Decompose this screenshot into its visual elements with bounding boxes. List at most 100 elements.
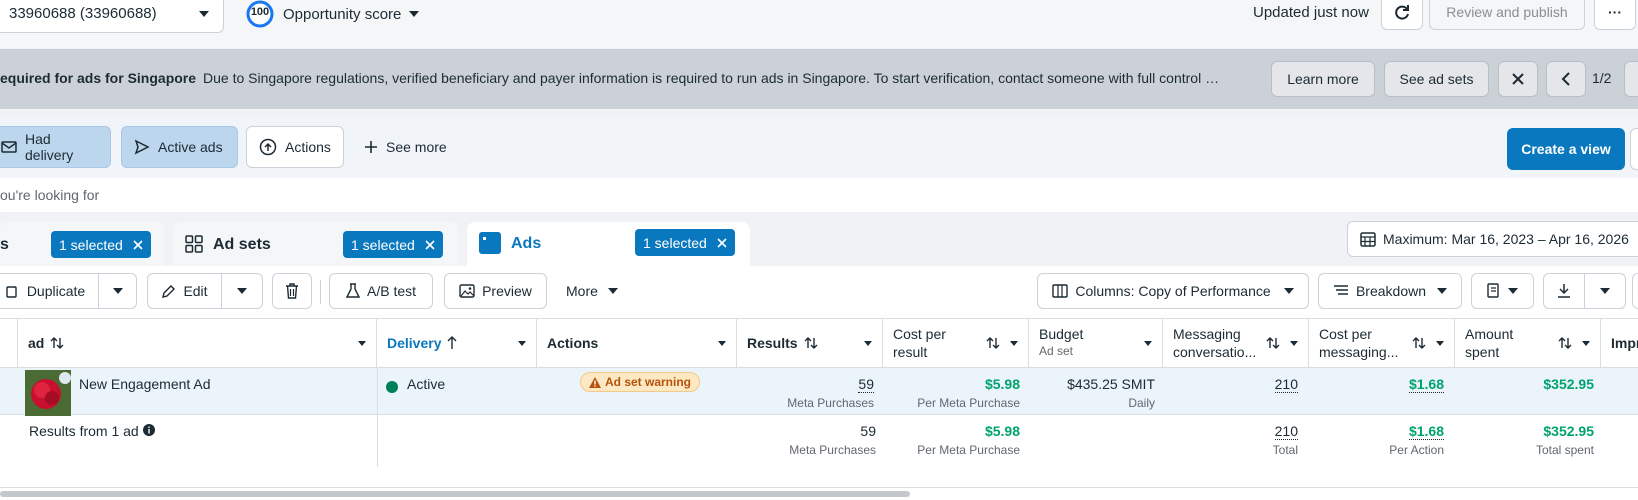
duplicate-dropdown-button[interactable]: [98, 273, 137, 309]
see-ad-sets-button[interactable]: See ad sets: [1384, 61, 1489, 97]
cost-per-messaging-value[interactable]: $1.68: [1408, 376, 1444, 393]
budget-value[interactable]: $435.25 SMIT: [1067, 376, 1155, 392]
scrollbar-thumb[interactable]: [0, 491, 910, 497]
cpm-header-line1: Cost per: [1319, 326, 1372, 342]
chevron-down-icon[interactable]: [1010, 340, 1018, 346]
reports-button[interactable]: [1471, 273, 1534, 309]
column-header-impressions[interactable]: Impr: [1601, 319, 1638, 367]
refresh-button[interactable]: [1381, 0, 1423, 30]
duplicate-label: Duplicate: [26, 283, 86, 299]
score-value: 100: [250, 6, 270, 18]
sort-icon[interactable]: [1412, 336, 1426, 350]
date-range-picker[interactable]: Maximum: Mar 16, 2023 – Apr 16, 2026: [1347, 221, 1638, 257]
close-icon[interactable]: [717, 237, 727, 248]
summary-cpm[interactable]: $1.68: [1408, 423, 1444, 440]
ad-icon: [479, 232, 501, 254]
campaigns-selected-chip[interactable]: 1 selected: [51, 231, 151, 258]
adsets-selected-label: 1 selected: [351, 236, 415, 253]
ad-set-warning-badge[interactable]: Ad set warning: [580, 372, 701, 392]
delivery-header-label: Delivery: [387, 335, 442, 351]
column-header-delivery[interactable]: Delivery: [377, 319, 537, 367]
ab-test-button[interactable]: A/B test: [329, 273, 433, 309]
sort-icon[interactable]: [986, 336, 1000, 350]
horizontal-scrollbar[interactable]: [0, 490, 1638, 498]
filter-actions[interactable]: Actions: [246, 126, 344, 168]
budget-sub: Daily: [1128, 396, 1155, 410]
more-actions-button[interactable]: More: [566, 273, 618, 309]
messaging-value[interactable]: 210: [1274, 376, 1298, 393]
columns-button[interactable]: Columns: Copy of Performance: [1037, 273, 1309, 309]
learn-more-button[interactable]: Learn more: [1271, 61, 1375, 97]
sort-icon[interactable]: [1266, 336, 1280, 350]
chevron-down-icon[interactable]: [1290, 340, 1298, 346]
chevron-down-icon[interactable]: [1582, 340, 1590, 346]
summary-cost-sub: Per Meta Purchase: [917, 443, 1020, 457]
filter-active-ads[interactable]: Active ads: [121, 126, 238, 168]
arrow-up-icon[interactable]: [447, 336, 457, 350]
see-more-filters-button[interactable]: See more: [352, 126, 459, 168]
export-dropdown-button[interactable]: [1584, 273, 1626, 309]
view-options-button[interactable]: [1630, 128, 1638, 170]
results-header-label: Results: [747, 335, 798, 351]
overflow-button[interactable]: [1632, 273, 1638, 309]
cost-per-result-value: $5.98: [984, 376, 1020, 392]
column-header-cost-per-messaging[interactable]: Cost per messaging...: [1309, 319, 1455, 367]
actions-header-label: Actions: [547, 335, 599, 351]
chevron-down-icon[interactable]: [1436, 340, 1444, 346]
sort-icon[interactable]: [804, 336, 818, 350]
duplicate-button[interactable]: Duplicate: [0, 273, 99, 309]
sort-icon[interactable]: [1558, 336, 1572, 350]
search-bar[interactable]: ou're looking for: [0, 178, 1638, 212]
tab-ad-sets[interactable]: Ad sets 1 selected: [173, 222, 458, 266]
column-header-budget[interactable]: Budget Ad set: [1029, 319, 1163, 367]
filter-had-delivery[interactable]: Had delivery: [0, 126, 111, 168]
ab-test-label: A/B test: [366, 283, 417, 299]
calendar-icon: [1360, 231, 1376, 247]
info-icon[interactable]: [143, 424, 155, 436]
table-row[interactable]: New Engagement Ad Active Ad set warning …: [0, 368, 1638, 416]
column-header-messaging[interactable]: Messaging conversatio...: [1163, 319, 1309, 367]
chevron-down-icon[interactable]: [518, 340, 526, 346]
column-header-cost-per-result[interactable]: Cost per result: [883, 319, 1029, 367]
column-header-amount-spent[interactable]: Amount spent: [1455, 319, 1601, 367]
dismiss-banner-button[interactable]: [1498, 61, 1538, 97]
ads-selected-label: 1 selected: [643, 234, 707, 251]
warning-label: Ad set warning: [605, 375, 692, 389]
tab-campaigns[interactable]: s 1 selected: [0, 222, 164, 266]
chevron-down-icon[interactable]: [864, 340, 872, 346]
previous-page-button[interactable]: [1546, 61, 1586, 97]
create-view-button[interactable]: Create a view: [1507, 128, 1625, 170]
summary-label: Results from 1 ad: [29, 423, 139, 439]
chevron-down-icon[interactable]: [718, 340, 726, 346]
close-icon[interactable]: [425, 239, 435, 250]
next-page-button[interactable]: [1624, 61, 1638, 97]
breakdown-button[interactable]: Breakdown: [1318, 273, 1462, 309]
delete-button[interactable]: [272, 273, 312, 309]
ads-selected-chip[interactable]: 1 selected: [635, 229, 735, 256]
account-selector[interactable]: 33960688 (33960688): [0, 0, 224, 33]
preview-label: Preview: [482, 283, 532, 299]
column-header-ad[interactable]: ad: [18, 319, 377, 367]
export-button[interactable]: [1543, 273, 1585, 309]
column-header-actions[interactable]: Actions: [537, 319, 737, 367]
edit-dropdown-button[interactable]: [221, 273, 263, 309]
review-publish-button[interactable]: Review and publish: [1429, 0, 1585, 30]
edit-button[interactable]: Edit: [147, 273, 222, 309]
chevron-down-icon[interactable]: [358, 340, 366, 346]
preview-button[interactable]: Preview: [444, 273, 547, 309]
sort-icon[interactable]: [50, 336, 64, 350]
results-value[interactable]: 59: [858, 376, 874, 393]
opportunity-score[interactable]: 100 Opportunity score: [245, 0, 420, 28]
messaging-header-line1: Messaging: [1173, 326, 1241, 342]
column-header-results[interactable]: Results: [737, 319, 883, 367]
adsets-selected-chip[interactable]: 1 selected: [343, 231, 443, 258]
more-menu-button[interactable]: ···: [1594, 0, 1636, 30]
ad-name[interactable]: New Engagement Ad: [79, 376, 211, 392]
toolbar-divider: [320, 280, 321, 304]
summary-messaging[interactable]: 210: [1274, 423, 1298, 440]
chevron-down-icon[interactable]: [1144, 340, 1152, 346]
tab-ads[interactable]: Ads 1 selected: [467, 222, 750, 266]
cost-per-result-sub: Per Meta Purchase: [917, 396, 1020, 410]
refresh-icon: [1393, 3, 1411, 21]
close-icon[interactable]: [133, 239, 143, 250]
